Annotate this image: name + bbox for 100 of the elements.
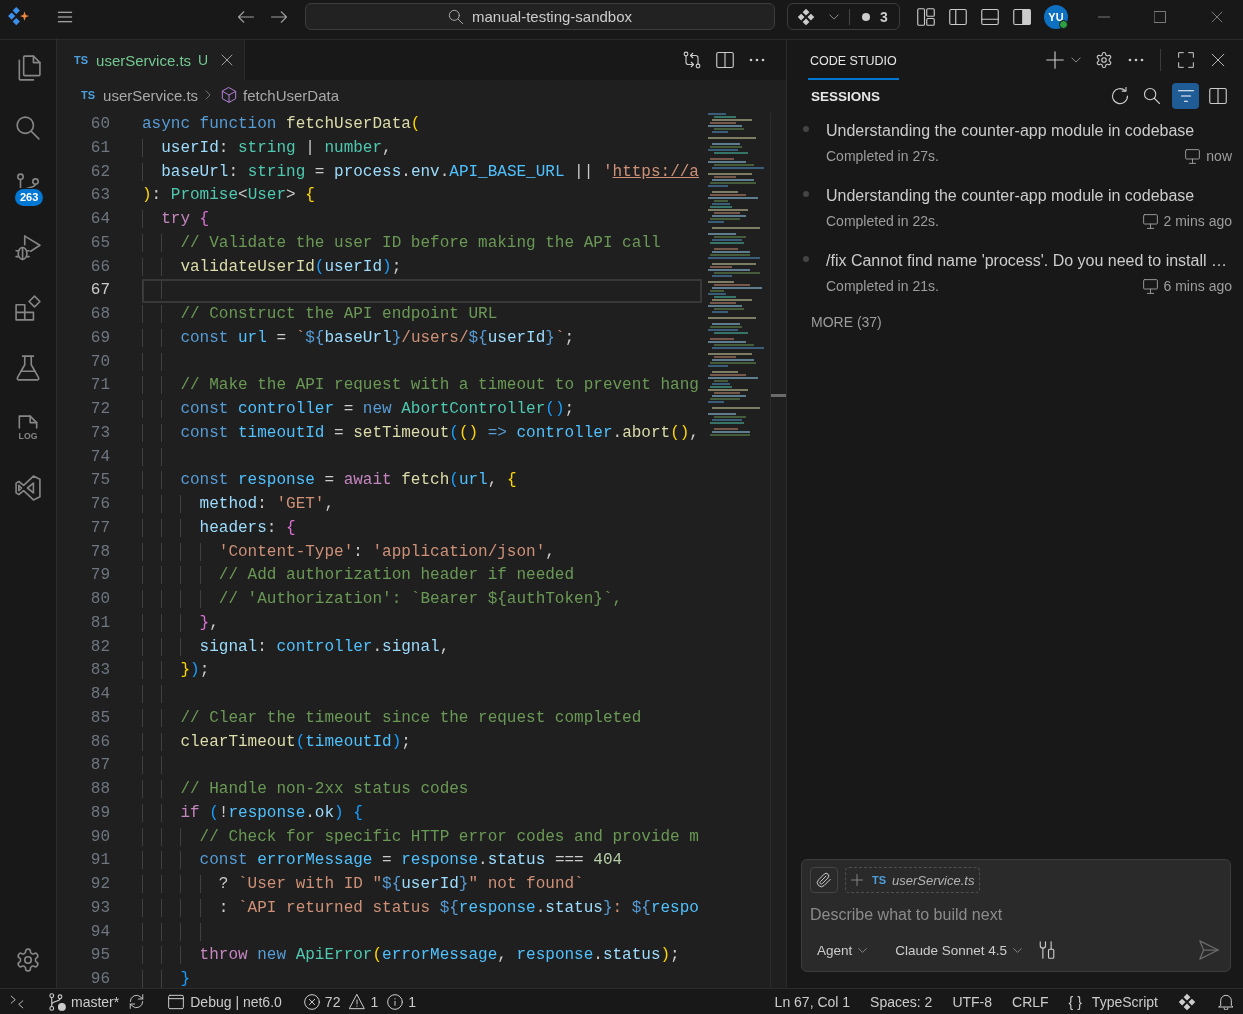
line-number: 87	[89, 755, 110, 777]
code-line: const response = await fetch(url, {	[142, 469, 702, 493]
line-number: 84	[89, 684, 110, 705]
monitor-icon	[1185, 148, 1201, 164]
branch-button[interactable]: master*	[48, 989, 120, 1014]
filter-button[interactable]	[1172, 83, 1199, 109]
editor-tab[interactable]: TS userService.ts U	[57, 40, 245, 80]
indentation-button[interactable]: Spaces: 2	[870, 989, 933, 1014]
line-number: 83	[89, 660, 110, 682]
plus-icon	[851, 874, 863, 886]
tools-icon[interactable]	[1038, 941, 1057, 959]
plus-icon[interactable]	[1046, 51, 1064, 69]
search-field[interactable]: manual-testing-sandbox	[305, 3, 775, 30]
search-icon[interactable]	[15, 115, 41, 141]
line-ending-button[interactable]: CRLF	[1012, 989, 1049, 1014]
maximize-icon[interactable]	[1178, 52, 1194, 68]
search-icon[interactable]	[1143, 87, 1161, 105]
line-number: 85	[89, 707, 110, 729]
cube-icon	[221, 87, 238, 103]
line-number: 88	[89, 779, 110, 800]
code-line: try {	[142, 208, 702, 232]
chevron-down-icon	[858, 945, 868, 955]
dot-icon	[862, 12, 870, 21]
cursor-position-button[interactable]: Ln 67, Col 1	[774, 989, 851, 1014]
left-sidebar-icon[interactable]	[949, 7, 967, 26]
close-icon[interactable]	[1211, 10, 1223, 23]
code-line: // Handle non-2xx status codes	[142, 778, 702, 802]
bullet-icon	[803, 256, 809, 262]
cursor-position-marker	[771, 394, 786, 397]
agent-menu-button[interactable]	[797, 7, 839, 26]
panel-tab[interactable]: CODE STUDIO	[808, 40, 899, 80]
context-file-chip[interactable]: TS userService.ts	[845, 867, 981, 893]
split-panel-icon[interactable]	[1209, 87, 1227, 105]
compare-changes-icon[interactable]	[683, 51, 701, 69]
line-number: 91	[89, 850, 110, 872]
diamonds-icon[interactable]	[1178, 992, 1196, 1011]
run-debug-icon[interactable]	[15, 235, 41, 261]
error-icon	[303, 993, 320, 1010]
session-time: 2 mins ago	[1163, 213, 1232, 229]
extensions-icon[interactable]	[15, 295, 41, 321]
bell-icon[interactable]	[1218, 993, 1234, 1010]
chat-box[interactable]: TS userService.ts Describe what to build next Agent Claude Sonnet 4.5	[801, 859, 1231, 972]
branch-icon	[48, 992, 66, 1011]
close-icon[interactable]	[1211, 53, 1225, 67]
monitor-icon	[1142, 213, 1158, 229]
settings-icon[interactable]	[15, 947, 41, 973]
remote-icon[interactable]	[10, 994, 24, 1009]
line-number: 62	[89, 161, 110, 183]
close-icon[interactable]	[221, 54, 234, 66]
breadcrumb-item[interactable]: TS userService.ts	[81, 86, 199, 104]
line-number: 78	[89, 541, 110, 563]
diamonds-icon	[797, 7, 815, 26]
chat-input[interactable]: Describe what to build next	[810, 900, 1220, 930]
right-sidebar-icon[interactable]	[1013, 7, 1031, 26]
line-number: 72	[89, 399, 110, 420]
sessions-count-button[interactable]: 3	[862, 8, 888, 25]
line-number: 68	[89, 304, 110, 325]
line-number: 60	[89, 114, 110, 135]
attach-button[interactable]	[810, 867, 838, 893]
flask-icon[interactable]	[15, 355, 41, 381]
session-title[interactable]: Understanding the counter-app module in codebase	[826, 184, 1232, 208]
code-line: clearTimeout(timeoutId);	[142, 730, 702, 755]
chevron-down-icon	[1013, 945, 1023, 955]
code-line: },	[142, 611, 702, 636]
encoding-button[interactable]: UTF-8	[952, 989, 993, 1014]
app-logo-icon[interactable]	[8, 5, 30, 28]
infinity-logo-icon[interactable]	[15, 475, 41, 501]
layout-icon[interactable]	[917, 7, 935, 26]
info-icon	[387, 993, 404, 1010]
problems-button[interactable]: 72 1 1	[303, 989, 416, 1014]
code-line: if (!response.ok) {	[142, 801, 702, 826]
account-avatar[interactable]: YU	[1044, 4, 1068, 29]
line-number: 90	[89, 826, 110, 848]
sync-icon[interactable]	[129, 994, 145, 1009]
language-button[interactable]: { } TypeScript	[1068, 989, 1158, 1014]
split-editor-icon[interactable]	[716, 51, 734, 69]
mode-dropdown[interactable]: Agent	[810, 937, 875, 963]
chevron-down-icon[interactable]	[1071, 55, 1081, 65]
line-number: 69	[89, 327, 110, 349]
line-number: 96	[89, 969, 110, 988]
refresh-icon[interactable]	[1111, 87, 1129, 105]
line-number: 79	[89, 565, 110, 587]
more-sessions-button[interactable]: MORE (37)	[811, 307, 882, 337]
source-control-icon[interactable]	[15, 173, 41, 188]
code-line: headers: {	[142, 516, 702, 541]
breadcrumb-item[interactable]: fetchUserData	[221, 86, 339, 104]
code-line: // Add authorization header if needed	[142, 564, 702, 588]
code-line: const timeoutId = setTimeout(() => controller.abort(),	[142, 421, 702, 446]
line-number: 77	[89, 517, 110, 539]
session-title[interactable]: Understanding the counter-app module in codebase	[826, 119, 1232, 143]
maximize-icon[interactable]	[1154, 10, 1166, 23]
build-config-button[interactable]: Debug | net6.0	[168, 989, 282, 1014]
session-title[interactable]: /fix Cannot find name 'process'. Do you need to install …	[826, 249, 1232, 273]
bottom-panel-icon[interactable]	[981, 7, 999, 26]
window-icon	[168, 993, 185, 1010]
code-line: const url = `${baseUrl}/users/${userId}`;	[142, 326, 702, 351]
line-number: 81	[89, 612, 110, 634]
model-dropdown[interactable]: Claude Sonnet 4.5	[888, 937, 1030, 963]
line-number: 93	[89, 897, 110, 919]
settings-icon[interactable]	[1095, 51, 1113, 69]
